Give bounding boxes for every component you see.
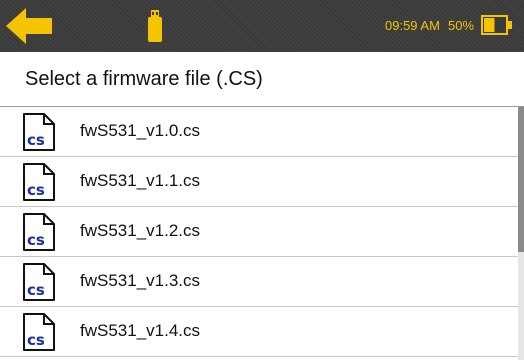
file-row[interactable]: cs fwS531_v1.4.cs [0,307,518,357]
cs-file-icon: cs [23,163,55,201]
file-name: fwS531_v1.1.cs [80,171,201,190]
cs-file-icon: cs [23,213,55,251]
file-icon-label: cs [27,181,45,199]
file-name: fwS531_v1.2.cs [80,221,201,240]
page-title: Select a firmware file (.CS) [25,68,263,90]
usb-drive-icon [148,10,162,42]
battery-icon [481,15,512,35]
file-row[interactable]: cs fwS531_v1.1.cs [0,157,518,207]
cs-file-icon: cs [23,113,55,151]
back-arrow-icon [6,8,52,44]
back-button[interactable] [4,6,60,46]
page-header: Select a firmware file (.CS) [0,52,524,107]
scrollbar-thumb[interactable] [518,107,524,252]
file-name: fwS531_v1.4.cs [80,321,201,340]
file-icon-label: cs [27,281,45,299]
file-icon-label: cs [27,231,45,249]
cs-file-icon: cs [23,263,55,301]
file-icon-label: cs [27,331,45,349]
file-row[interactable]: cs fwS531_v1.0.cs [0,107,518,157]
file-row[interactable]: cs fwS531_v1.3.cs [0,257,518,307]
file-icon-label: cs [27,131,45,149]
cs-file-icon: cs [23,313,55,351]
battery-percent: 50% [448,18,475,33]
status-bar: 09:59 AM 50% [0,0,524,52]
file-list: cs fwS531_v1.0.cs cs fwS531_v1.1.cs cs f… [0,107,524,360]
file-name: fwS531_v1.0.cs [80,121,201,140]
file-name: fwS531_v1.3.cs [80,271,201,290]
file-row[interactable]: cs fwS531_v1.2.cs [0,207,518,257]
clock-time: 09:59 AM [385,18,440,33]
